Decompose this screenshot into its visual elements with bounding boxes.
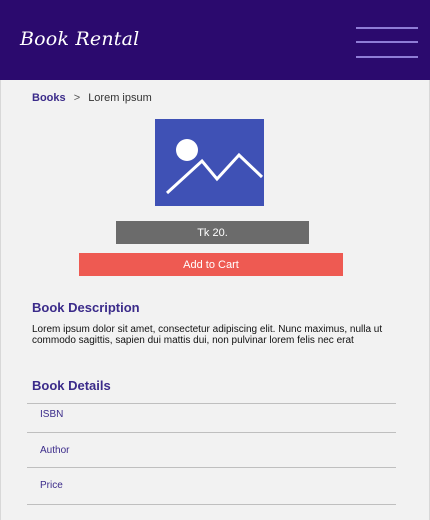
breadcrumb-link-books[interactable]: Books — [32, 92, 66, 104]
menu-bar — [356, 56, 418, 58]
book-description-heading: Book Description — [32, 300, 140, 315]
breadcrumb: Books > Lorem ipsum — [32, 92, 152, 104]
image-placeholder-icon — [165, 139, 264, 195]
breadcrumb-current: Lorem ipsum — [88, 92, 152, 104]
menu-bar — [356, 27, 418, 29]
book-cover-image — [155, 119, 264, 206]
book-details-list: ISBN Author Price — [27, 403, 396, 505]
navbar: Book Rental — [0, 0, 430, 80]
book-details-heading: Book Details — [32, 378, 111, 393]
price-badge: Tk 20. — [116, 221, 309, 244]
details-item-author: Author — [27, 432, 396, 468]
menu-bar — [356, 41, 418, 43]
breadcrumb-separator: > — [73, 92, 81, 104]
book-description-text: Lorem ipsum dolor sit amet, consectetur … — [32, 324, 383, 346]
add-to-cart-button[interactable]: Add to Cart — [79, 253, 343, 276]
brand-logo[interactable]: Book Rental — [20, 28, 139, 50]
hamburger-menu-icon[interactable] — [356, 24, 418, 64]
details-item-price: Price — [27, 468, 396, 505]
details-item-isbn: ISBN — [40, 409, 64, 420]
